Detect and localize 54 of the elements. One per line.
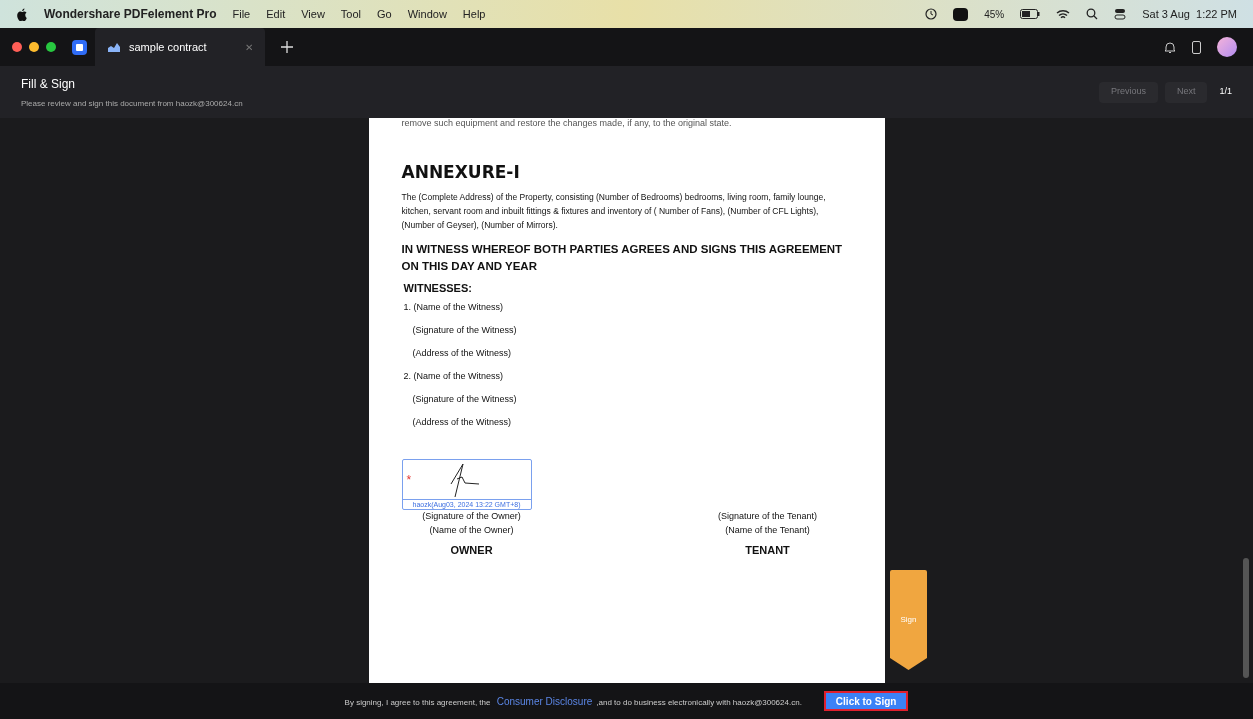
- tab-label: sample contract: [129, 39, 208, 55]
- required-mark: *: [406, 471, 412, 489]
- consumer-disclosure-link[interactable]: Consumer Disclosure: [496, 695, 593, 707]
- name-line: (Name of the Owner): [429, 524, 514, 537]
- witness-line: (Address of the Witness): [412, 347, 513, 360]
- apple-logo-icon[interactable]: [16, 7, 28, 21]
- witness-line: (Address of the Witness): [412, 416, 513, 429]
- minimize-window-button[interactable]: [29, 42, 39, 52]
- signature-line: (Signature of the Owner): [422, 510, 521, 523]
- party-role: TENANT: [745, 543, 790, 557]
- search-icon[interactable]: [1086, 8, 1099, 20]
- menu-bar-clock[interactable]: Sat 3 Aug 1:22 PM: [1142, 5, 1237, 23]
- name-line: (Name of the Tenant): [725, 524, 810, 537]
- document-text: remove such equipment and restore the changes made, if any, to the original state.: [401, 118, 733, 129]
- battery-icon[interactable]: [1020, 9, 1041, 19]
- consent-text: By signing, I agree to this agreement, the Consumer Disclosure ,and to do business electronically with haozk@300624.cn.: [344, 694, 802, 709]
- menu-item[interactable]: Go: [377, 5, 392, 23]
- document-heading: WITNESSES:: [403, 280, 473, 296]
- click-to-sign-button[interactable]: Click to Sign: [823, 691, 909, 711]
- document-paragraph: The (Complete Address) of the Property, consisting (Number of Bedrooms) bedrooms, living room, family lounge, kitchen, servant room and inbuilt fittings & fixtures and inventory of ( Number of Fans), (Number of CFL Lights), (Number of Geyser), (Number of Mirrors).: [401, 190, 827, 232]
- party-role: OWNER: [450, 543, 493, 557]
- close-icon[interactable]: ✕: [245, 39, 253, 55]
- new-tab-icon[interactable]: [281, 41, 293, 53]
- bell-icon[interactable]: [1164, 40, 1176, 54]
- app-logo-icon[interactable]: [72, 39, 87, 55]
- document-heading: IN WITNESS WHEREOF BOTH PARTIES AGREES AND SIGNS THIS AGREEMENT ON THIS DAY AND YEAR: [401, 241, 844, 274]
- wifi-icon[interactable]: [1056, 8, 1071, 20]
- keyboard-input-icon[interactable]: [953, 7, 969, 21]
- zoom-window-button[interactable]: [46, 42, 56, 52]
- document-tab[interactable]: sample contract ✕: [95, 28, 265, 66]
- witness-line: 2. (Name of the Witness): [403, 370, 505, 383]
- menu-item[interactable]: Edit: [266, 5, 286, 23]
- scrollbar-thumb[interactable]: [1243, 558, 1249, 678]
- document-icon: [107, 41, 121, 53]
- menu-item[interactable]: Tool: [340, 5, 362, 23]
- app-name[interactable]: Wondershare PDFelement Pro: [44, 5, 217, 23]
- battery-percent: 45%: [984, 7, 1005, 22]
- control-center-icon[interactable]: [1114, 8, 1127, 20]
- header-subtitle: Please review and sign this document from haozk@300624.cn: [21, 97, 243, 110]
- signature-line: (Signature of the Tenant): [718, 510, 817, 523]
- user-avatar[interactable]: [1217, 37, 1237, 57]
- clock-icon[interactable]: [925, 8, 938, 20]
- witness-line: (Signature of the Witness): [412, 393, 518, 406]
- menu-item[interactable]: File: [232, 5, 251, 23]
- witness-line: (Signature of the Witness): [412, 324, 518, 337]
- close-window-button[interactable]: [12, 42, 22, 52]
- phone-icon[interactable]: [1192, 40, 1201, 54]
- menu-item[interactable]: Help: [462, 5, 486, 23]
- menu-item[interactable]: View: [301, 5, 325, 23]
- witness-line: 1. (Name of the Witness): [403, 301, 505, 314]
- menu-item[interactable]: Window: [407, 5, 447, 23]
- header-title: Fill & Sign: [21, 75, 77, 93]
- page-count: 1/1: [1219, 85, 1232, 99]
- document-heading: ANNEXURE-I: [401, 161, 521, 184]
